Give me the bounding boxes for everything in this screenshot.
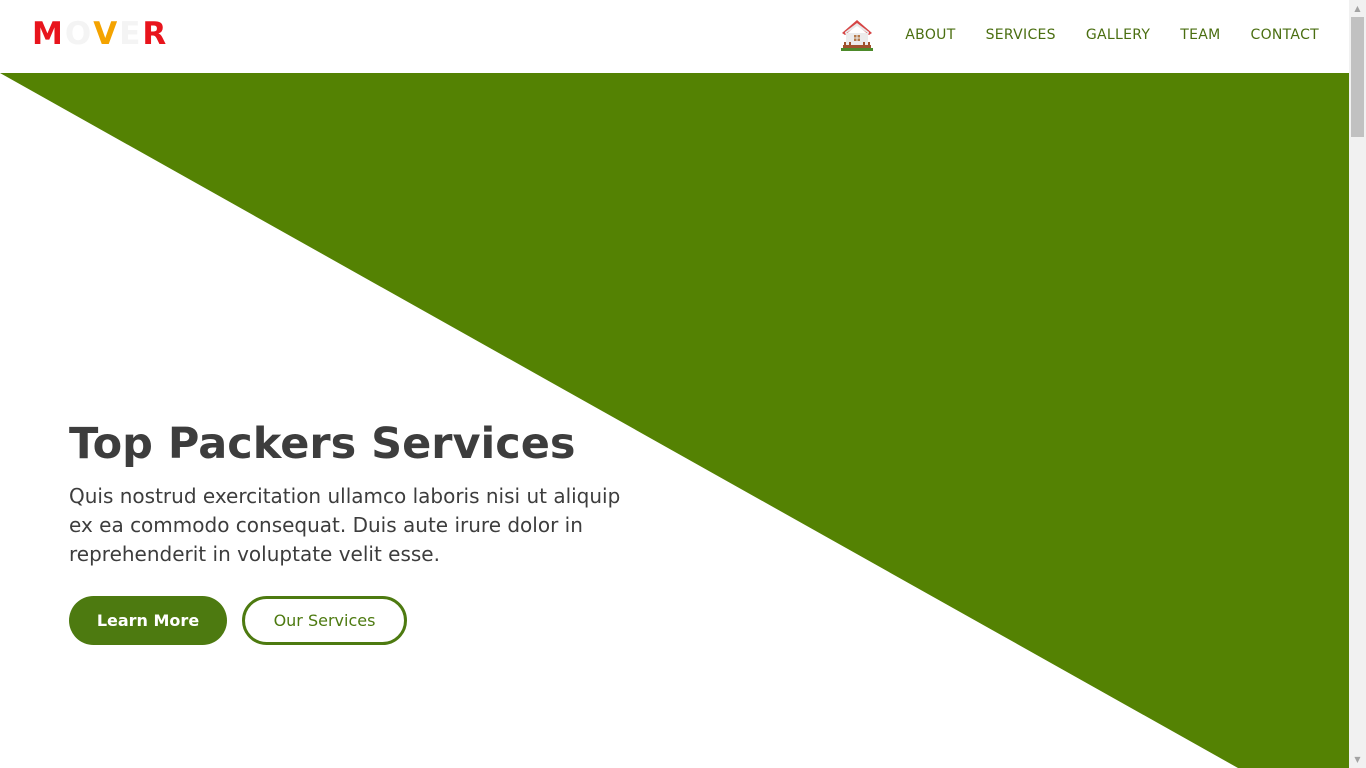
logo-letter-e: E (119, 16, 143, 52)
logo-letter-m: M (32, 16, 65, 52)
hero-description: Quis nostrud exercitation ullamco labori… (69, 484, 621, 566)
logo-letter-r: R (142, 16, 169, 52)
nav-gallery[interactable]: GALLERY (1086, 27, 1150, 43)
hero-title: Top Packers Services (69, 419, 576, 469)
page: MOVER ABOUT SERVICES GALLERY TEAM CONTAC… (0, 0, 1349, 768)
main-nav: ABOUT SERVICES GALLERY TEAM CONTACT (839, 0, 1319, 70)
nav-services[interactable]: SERVICES (986, 27, 1056, 43)
hero-content: Top Packers Services Quis nostrud exerci… (69, 412, 649, 569)
logo-letter-o: O (64, 16, 94, 52)
house-icon[interactable] (839, 17, 875, 53)
logo-letter-v: V (93, 16, 120, 52)
scroll-up-arrow-icon[interactable]: ▲ (1349, 0, 1366, 17)
nav-team[interactable]: TEAM (1180, 27, 1220, 43)
hero-buttons: Learn More Our Services (69, 596, 407, 645)
our-services-button[interactable]: Our Services (242, 596, 407, 645)
logo[interactable]: MOVER (32, 14, 168, 54)
nav-about[interactable]: ABOUT (905, 27, 955, 43)
scroll-down-arrow-icon[interactable]: ▼ (1349, 751, 1366, 768)
nav-contact[interactable]: CONTACT (1251, 27, 1320, 43)
learn-more-button[interactable]: Learn More (69, 596, 227, 645)
scrollbar-thumb[interactable] (1351, 17, 1364, 137)
vertical-scrollbar[interactable]: ▲ ▼ (1349, 0, 1366, 768)
site-header: MOVER ABOUT SERVICES GALLERY TEAM CONTAC… (0, 0, 1349, 73)
